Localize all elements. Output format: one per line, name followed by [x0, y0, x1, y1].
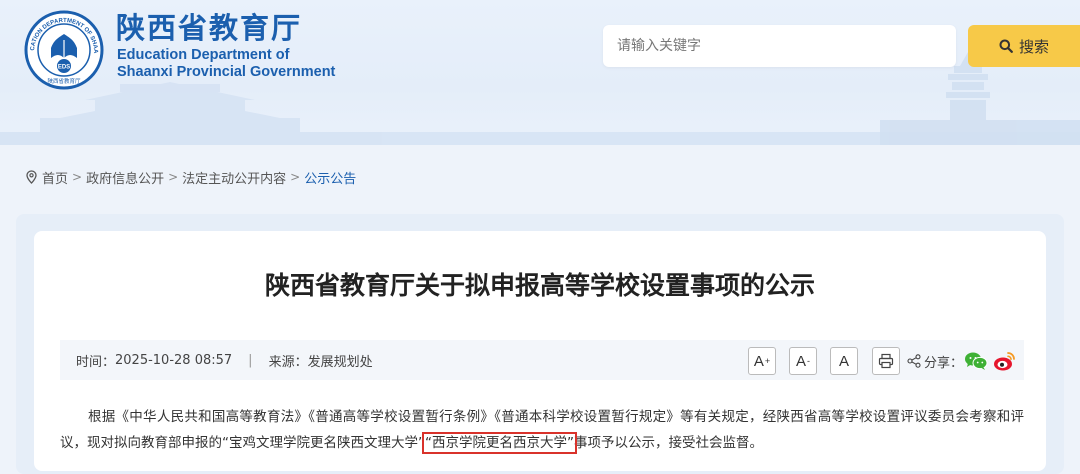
site-title-en-line2: Shaanxi Provincial Government [117, 64, 336, 80]
wechat-icon[interactable] [964, 351, 988, 371]
location-pin-icon [26, 170, 37, 184]
article-meta: 时间： 2025-10-28 08:57 | 来源： 发展规划处 [76, 340, 373, 380]
breadcrumb: 首页 > 政府信息公开 > 法定主动公开内容 > 公示公告 [26, 168, 356, 187]
source-label: 来源： [268, 354, 308, 370]
breadcrumb-home[interactable]: 首页 [42, 168, 68, 187]
breadcrumb-gov-info[interactable]: 政府信息公开 [86, 168, 164, 187]
breadcrumb-separator: > [168, 170, 179, 184]
font-reset-label: A [838, 352, 849, 370]
printer-icon [878, 353, 894, 369]
breadcrumb-statutory-content[interactable]: 法定主动公开内容 [182, 168, 286, 187]
font-increase-label: A [753, 352, 764, 370]
meta-divider: | [248, 352, 253, 368]
article-body-part2: 事项予以公示，接受社会监督。 [574, 435, 763, 451]
breadcrumb-separator: > [290, 170, 301, 184]
time-label: 时间： [76, 354, 116, 370]
logo-abbr: EDS [58, 65, 70, 71]
share-section: 分享： [907, 351, 963, 371]
site-title-en: Education Department of Shaanxi Provinci… [117, 47, 335, 81]
breadcrumb-separator: > [72, 170, 83, 184]
font-increase-button[interactable]: A + [748, 347, 776, 375]
font-decrease-button[interactable]: A- [789, 347, 817, 375]
source-value: 发展规划处 [307, 354, 373, 370]
font-reset-button[interactable]: A [830, 347, 858, 375]
search-icon [999, 39, 1013, 53]
weibo-icon[interactable] [993, 350, 1017, 372]
font-decrease-label: A [795, 352, 806, 370]
site-title-cn[interactable]: 陕西省教育厅 [116, 10, 302, 46]
publish-time: 2025-10-28 08:57 [115, 352, 233, 368]
font-increase-sup: + [764, 356, 771, 366]
site-title-en-line1: Education Department of [117, 47, 290, 63]
article-body: 根据《中华人民共和国高等教育法》《普通高等学校设置暂行条例》《普通本科学校设置暂… [60, 404, 1024, 456]
logo-bottom-text: 陕西省教育厅 [47, 77, 81, 85]
site-header: EDUCATION DEPARTMENT OF SHAANXI EDS 陕西省教… [0, 0, 1080, 145]
font-decrease-sup: - [807, 356, 810, 366]
article-title: 陕西省教育厅关于拟申报高等学校设置事项的公示 [264, 271, 815, 300]
print-button[interactable] [872, 347, 900, 375]
breadcrumb-announcements[interactable]: 公示公告 [304, 168, 356, 187]
search-button[interactable]: 搜索 [968, 25, 1080, 67]
search-button-label: 搜索 [1018, 37, 1049, 56]
eds-logo[interactable]: EDUCATION DEPARTMENT OF SHAANXI EDS 陕西省教… [24, 10, 104, 90]
search-input[interactable] [603, 25, 956, 67]
share-icon [907, 354, 921, 368]
highlighted-text: “西京学院更名西京大学” [422, 432, 577, 454]
share-label: 分享： [924, 355, 964, 371]
